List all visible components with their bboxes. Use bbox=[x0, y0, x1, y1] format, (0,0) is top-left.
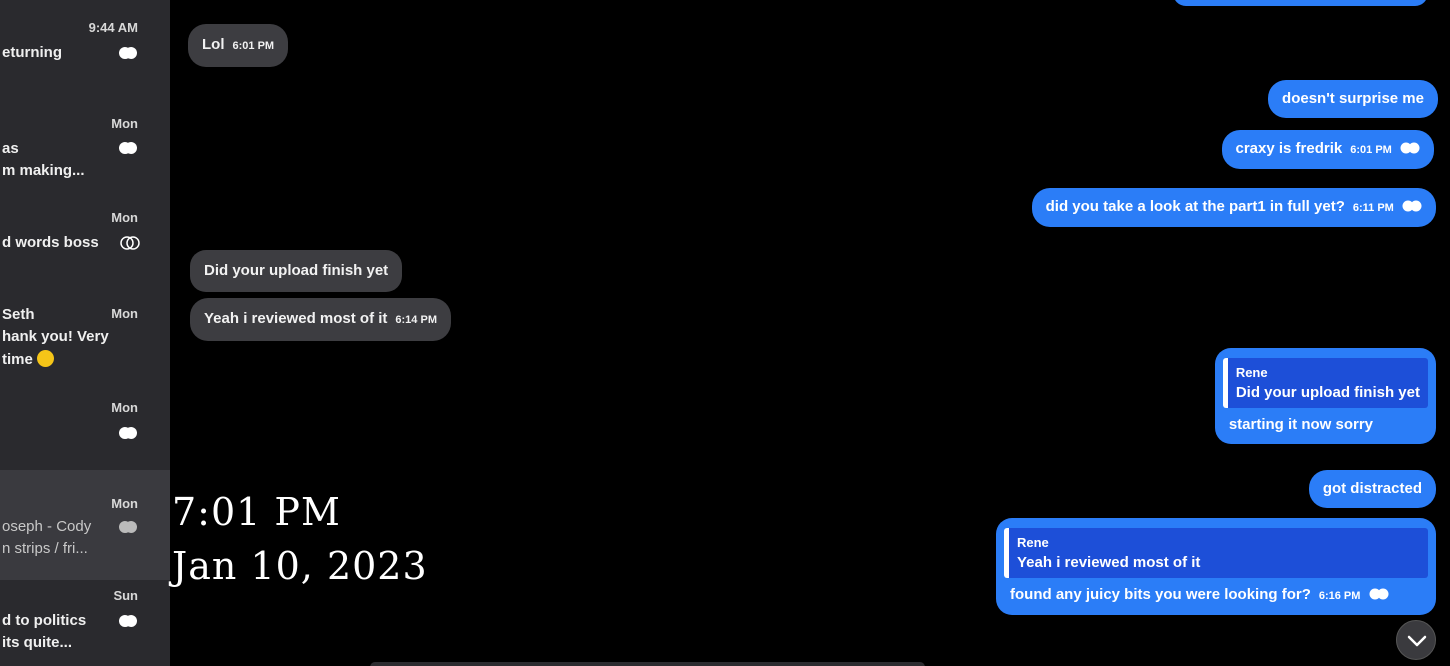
double-check-icon bbox=[119, 615, 137, 627]
message-bubble-outgoing-reply[interactable]: Rene Did your upload finish yet starting… bbox=[1214, 348, 1436, 444]
double-check-icon bbox=[119, 521, 137, 533]
timestamp-overlay-time: 7:01 PM bbox=[172, 490, 341, 534]
conversation-name: oseph - Cody bbox=[2, 518, 92, 535]
message-text: Lol bbox=[202, 36, 225, 53]
conversation-preview: its quite... bbox=[2, 634, 73, 651]
conversation-preview: m making... bbox=[2, 162, 85, 179]
conversation-preview: eturning bbox=[2, 44, 62, 61]
message-text: did you take a look at the part1 in full… bbox=[1045, 198, 1345, 215]
message-text: got distracted bbox=[1322, 480, 1422, 497]
conversation-item[interactable]: Mon bbox=[0, 390, 170, 470]
message-bubble-incoming[interactable]: Did your upload finish yet bbox=[190, 250, 403, 292]
message-bubble-outgoing[interactable]: got distracted bbox=[1308, 470, 1436, 508]
message-text: found any juicy bits you were looking fo… bbox=[1010, 586, 1311, 603]
message-bubble-outgoing[interactable]: craxy is fredrik 6:01 PM bbox=[1221, 130, 1434, 169]
conversation-item[interactable]: Mon as m making... bbox=[0, 100, 170, 200]
conversation-list: 9:44 AM eturning Mon as m making... Mon … bbox=[0, 0, 170, 666]
conversation-time: Mon bbox=[111, 210, 138, 225]
message-text: Did your upload finish yet bbox=[204, 262, 389, 279]
quoted-text: Did your upload finish yet bbox=[1235, 384, 1420, 401]
conversation-time: Mon bbox=[111, 400, 138, 415]
quoted-message[interactable]: Rene Yeah i reviewed most of it bbox=[1004, 528, 1428, 578]
quoted-author: Rene bbox=[1017, 535, 1049, 550]
conversation-item[interactable]: Mon d words boss bbox=[0, 200, 170, 290]
chevron-down-icon bbox=[1407, 635, 1427, 647]
message-bubble-outgoing-reply[interactable]: Rene Yeah i reviewed most of it found an… bbox=[996, 518, 1436, 615]
double-check-icon bbox=[119, 427, 137, 439]
conversation-item[interactable]: Sun d to politics its quite... bbox=[0, 580, 170, 666]
message-text: doesn't surprise me bbox=[1282, 90, 1424, 107]
double-check-icon bbox=[120, 236, 140, 250]
quoted-text: Yeah i reviewed most of it bbox=[1017, 554, 1201, 571]
conversation-preview: d words boss bbox=[2, 234, 99, 251]
smiley-emoji-icon bbox=[36, 350, 54, 367]
conversation-name: as bbox=[2, 140, 19, 157]
message-time: 6:14 PM bbox=[395, 314, 437, 326]
scroll-to-bottom-button[interactable] bbox=[1396, 620, 1436, 660]
message-text-row: found any juicy bits you were looking fo… bbox=[1004, 586, 1428, 605]
double-check-icon bbox=[119, 142, 137, 154]
double-check-icon bbox=[1402, 200, 1422, 212]
message-bubble-incoming[interactable]: Lol 6:01 PM bbox=[188, 24, 289, 67]
conversation-time: Mon bbox=[111, 306, 138, 321]
double-check-icon bbox=[1400, 142, 1420, 154]
message-text: Yeah i reviewed most of it bbox=[204, 310, 388, 327]
quoted-author: Rene bbox=[1235, 365, 1268, 380]
message-input-bar[interactable] bbox=[370, 662, 925, 666]
message-bubble-outgoing-partial bbox=[1173, 0, 1428, 6]
double-check-icon bbox=[1369, 588, 1389, 600]
quoted-message[interactable]: Rene Did your upload finish yet bbox=[1222, 358, 1428, 408]
conversation-item[interactable]: 9:44 AM eturning bbox=[0, 0, 170, 100]
conversation-name: Seth bbox=[2, 306, 35, 323]
conversation-preview-text: time bbox=[2, 351, 33, 368]
message-bubble-outgoing[interactable]: did you take a look at the part1 in full… bbox=[1031, 188, 1436, 227]
message-time: 6:16 PM bbox=[1318, 590, 1361, 602]
conversation-item-selected[interactable]: Mon oseph - Cody n strips / fri... bbox=[0, 470, 170, 580]
double-check-icon bbox=[119, 47, 137, 59]
message-bubble-incoming[interactable]: Yeah i reviewed most of it 6:14 PM bbox=[190, 298, 451, 341]
message-time: 6:01 PM bbox=[232, 40, 275, 52]
conversation-preview: hank you! Very bbox=[2, 328, 109, 345]
conversation-time: Sun bbox=[113, 588, 138, 603]
message-time: 6:01 PM bbox=[1350, 144, 1392, 156]
timestamp-overlay-date: Jan 10, 2023 bbox=[172, 544, 428, 588]
conversation-preview-line: time bbox=[2, 350, 54, 368]
conversation-time: Mon bbox=[111, 116, 138, 131]
message-text: craxy is fredrik bbox=[1235, 140, 1343, 157]
conversation-time: 9:44 AM bbox=[88, 20, 138, 35]
conversation-item[interactable]: Mon Seth hank you! Very time bbox=[0, 290, 170, 390]
message-bubble-outgoing[interactable]: doesn't surprise me bbox=[1268, 80, 1438, 118]
message-time: 6:11 PM bbox=[1352, 202, 1394, 214]
conversation-preview: n strips / fri... bbox=[2, 540, 88, 557]
conversation-preview: d to politics bbox=[2, 612, 87, 629]
message-text: starting it now sorry bbox=[1228, 416, 1373, 433]
conversation-time: Mon bbox=[111, 496, 138, 511]
